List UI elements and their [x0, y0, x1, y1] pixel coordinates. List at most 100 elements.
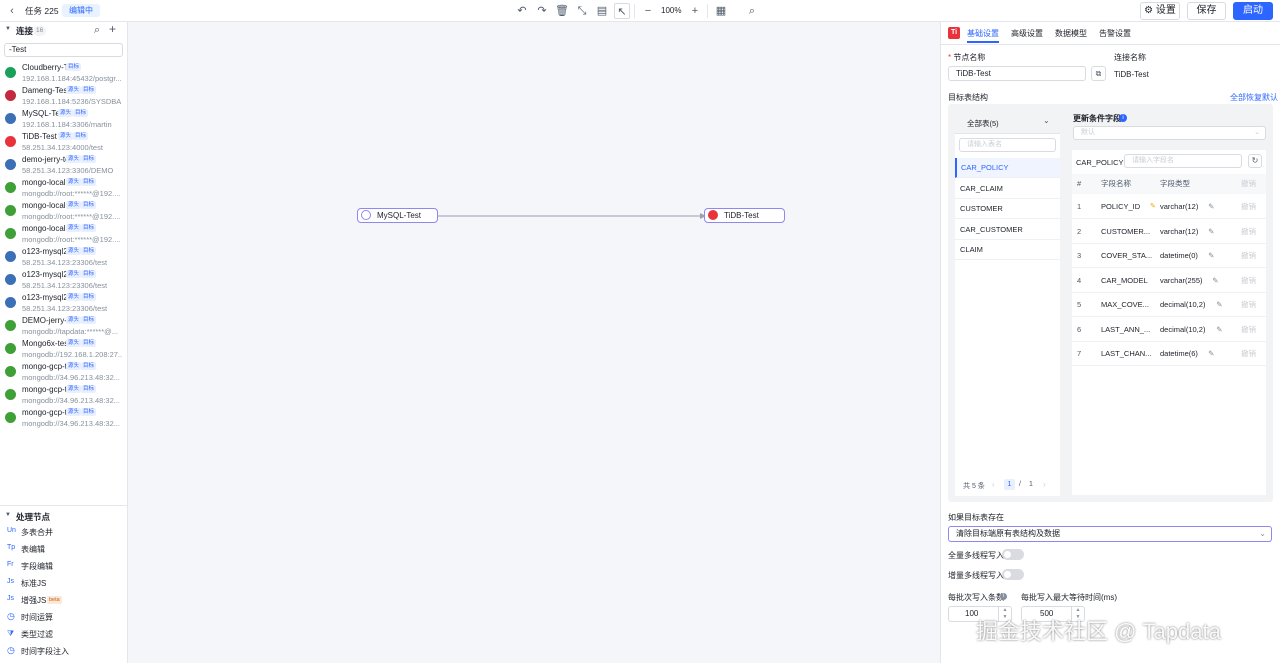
process-node-item[interactable]: Js 增强JS beta [0, 592, 127, 609]
collapse-icon[interactable]: ▼ [5, 512, 11, 518]
settings-button[interactable]: ⚙ 设置 [1140, 2, 1180, 20]
zoom-in-icon[interactable]: + [687, 3, 703, 19]
clock-icon: ◷ [7, 645, 15, 655]
field-row: 5 MAX_COVE... decimal(10,2) ✎ 撤销 [1072, 293, 1266, 317]
source-node[interactable]: MySQL-Test [357, 208, 438, 223]
undo-link[interactable]: 撤销 [1241, 195, 1256, 219]
connection-item[interactable]: mongo-local-tes...源头目标mongodb://root:***… [0, 223, 127, 246]
connection-item[interactable]: o123-mysql2330...源头目标58.251.34.123:23306… [0, 292, 127, 315]
undo-link[interactable]: 撤销 [1241, 269, 1256, 293]
connection-item[interactable]: Cloudberry-Test 目标 192.168.1.184:45432/pos… [0, 62, 127, 85]
process-node-item[interactable]: Fr 字段编辑 [0, 558, 127, 575]
save-button[interactable]: 保存 [1187, 2, 1226, 20]
current-page[interactable]: 1 [1004, 479, 1015, 490]
connection-item[interactable]: mongo-gcp-test...源头目标mongodb://34.96.213… [0, 407, 127, 430]
process-node-item[interactable]: ⧩ 类型过滤 [0, 626, 127, 643]
tab-advanced-settings[interactable]: 高级设置 [1011, 28, 1043, 39]
restore-all-default-link[interactable]: 全部恢复默认 [1230, 92, 1278, 103]
auto-layout-icon[interactable]: ▤ [594, 3, 610, 19]
max-wait-label: 每批写入最大等待时间(ms) [1021, 593, 1117, 602]
redo-icon[interactable]: ↷ [534, 3, 550, 19]
undo-link[interactable]: 撤销 [1241, 244, 1256, 268]
connection-item[interactable]: mongo-gcp-test...源头目标mongodb://34.96.213… [0, 361, 127, 384]
connection-search-input[interactable]: -Test [4, 43, 123, 57]
start-button[interactable]: 启动 [1233, 2, 1273, 20]
edit-icon[interactable]: ✎ [1208, 342, 1214, 366]
field-type: varchar(255) [1160, 275, 1203, 285]
undo-link[interactable]: 撤销 [1241, 318, 1256, 342]
field-search-input[interactable]: 请输入字段名 [1124, 154, 1242, 168]
connection-item[interactable]: mongo-local-tes...源头目标mongodb://root:***… [0, 177, 127, 200]
table-list-item[interactable]: CLAIM [955, 240, 1060, 260]
full-multithread-toggle[interactable] [1002, 549, 1024, 560]
tab-data-model[interactable]: 数据模型 [1055, 28, 1087, 39]
undo-link[interactable]: 撤销 [1241, 220, 1256, 244]
clipboard-icon[interactable]: ▦ [713, 3, 729, 19]
edit-icon[interactable]: ✎ [1212, 269, 1218, 293]
next-page-icon[interactable]: › [1043, 480, 1046, 489]
process-node-item[interactable]: ◷ 时间运算 [0, 609, 127, 626]
back-icon[interactable]: ‹ [4, 3, 20, 19]
tab-basic-settings[interactable]: 基础设置 [967, 28, 999, 39]
collapse-icon[interactable]: ▼ [5, 26, 11, 32]
connection-item[interactable]: o123-mysql2330...源头目标58.251.34.123:23306… [0, 269, 127, 292]
delete-icon[interactable]: 🗑 [554, 3, 570, 19]
field-name: LAST_CHAN... [1101, 349, 1152, 358]
table-list-item[interactable]: CAR_CUSTOMER [955, 220, 1060, 240]
all-tables-dropdown[interactable]: 全部表(5) ⌄ [955, 110, 1060, 134]
edit-icon[interactable]: ✎ [1208, 220, 1214, 244]
info-icon[interactable]: i [1000, 593, 1007, 600]
undo-link[interactable]: 撤销 [1241, 293, 1256, 317]
info-icon[interactable]: i [1119, 114, 1127, 122]
zoom-out-icon[interactable]: − [640, 3, 656, 19]
refresh-icon[interactable]: ↻ [1248, 154, 1262, 168]
select-mode-icon[interactable]: ↖ [614, 3, 630, 19]
connection-address: 58.251.34.123:23306/test [22, 281, 108, 290]
connection-address: 192.168.1.184:5236/SYSDBA... [22, 97, 122, 106]
search-icon[interactable]: ⌕ [94, 24, 100, 37]
fit-view-icon[interactable]: ⤡ [574, 3, 590, 19]
edit-icon[interactable]: ✎ [1208, 244, 1214, 268]
node-name-input[interactable]: TiDB-Test [948, 66, 1086, 81]
edit-icon[interactable]: ✎ [1216, 293, 1222, 317]
task-name[interactable]: 任务 225 [25, 5, 59, 17]
table-search-input[interactable]: 请输入表名 [959, 138, 1056, 152]
connection-item[interactable]: Mongo6x-test-u...源头目标mongodb://192.168.1… [0, 338, 127, 361]
update-field-select[interactable]: 默认 ⌄ [1073, 126, 1266, 140]
edit-icon[interactable]: ✎ [1208, 195, 1214, 219]
connection-item[interactable]: mongo-gcp-test...源头目标mongodb://34.96.213… [0, 384, 127, 407]
connection-item[interactable]: Dameng-Test 源头 目标 192.168.1.184:5236/SYSDBA… [0, 85, 127, 108]
connection-item[interactable]: DEMO-jerry-test 源头 目标 mongodb://tapdata:***… [0, 315, 127, 338]
connection-item[interactable]: mongo-local-tes...源头目标mongodb://root:***… [0, 200, 127, 223]
database-icon [5, 159, 16, 170]
database-icon [5, 113, 16, 124]
process-node-item[interactable]: Un 多表合并 [0, 524, 127, 541]
field-row: 7 LAST_CHAN... datetime(6) ✎ 撤销 [1072, 342, 1266, 366]
table-list-item[interactable]: CUSTOMER [955, 199, 1060, 219]
process-node-item[interactable]: ◷ 时间字段注入 [0, 643, 127, 660]
connection-item[interactable]: TiDB-Test 源头 目标 58.251.34.123:4000/test [0, 131, 127, 154]
tab-alert-settings[interactable]: 告警设置 [1099, 28, 1131, 39]
copy-icon[interactable]: ⧉ [1091, 66, 1106, 81]
if-table-exists-select[interactable]: 清除目标端原有表结构及数据 ⌄ [948, 526, 1272, 542]
undo-icon[interactable]: ↶ [514, 3, 530, 19]
connection-item[interactable]: o123-mysql2330...源头目标58.251.34.123:23306… [0, 246, 127, 269]
prev-page-icon[interactable]: ‹ [992, 480, 995, 489]
database-icon [5, 297, 16, 308]
chevron-down-icon: ⌄ [1254, 129, 1260, 136]
table-list-item[interactable]: CAR_POLICY [955, 158, 1060, 178]
add-connection-icon[interactable]: + [109, 22, 116, 36]
process-node-item[interactable]: Js 标准JS [0, 575, 127, 592]
target-node[interactable]: TiDB-Test [704, 208, 785, 223]
source-node-label: MySQL-Test [377, 211, 422, 220]
process-node-item[interactable]: Tp 表编辑 [0, 541, 127, 558]
undo-link[interactable]: 撤销 [1241, 342, 1256, 366]
incremental-multithread-toggle[interactable] [1002, 569, 1024, 580]
dag-canvas[interactable]: MySQL-Test TiDB-Test [128, 22, 940, 663]
table-list-item[interactable]: CAR_CLAIM [955, 179, 1060, 199]
connection-item[interactable]: demo-jerry-test 源头 目标 58.251.34.123:3306/DE… [0, 154, 127, 177]
search-icon[interactable]: ⌕ [744, 3, 760, 19]
chevron-down-icon: ⌄ [1043, 116, 1050, 125]
edit-icon[interactable]: ✎ [1216, 318, 1222, 342]
connection-item[interactable]: MySQL-Test 源头 目标 192.168.1.184:3306/martin [0, 108, 127, 131]
